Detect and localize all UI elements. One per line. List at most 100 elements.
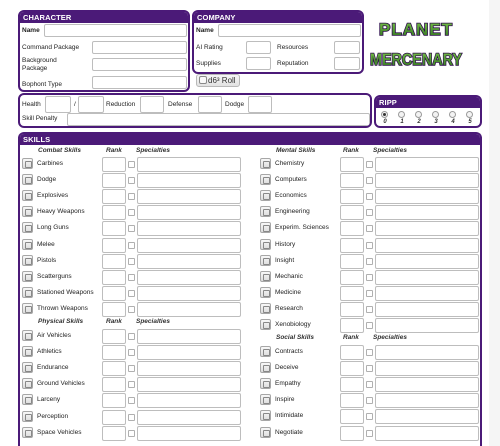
skill-rank-input[interactable] bbox=[340, 254, 364, 269]
skill-specialty-input[interactable] bbox=[375, 377, 479, 392]
skill-checkbox[interactable] bbox=[366, 161, 373, 168]
skill-checkbox[interactable] bbox=[128, 209, 135, 216]
ai-rating-input[interactable] bbox=[246, 41, 271, 54]
skill-checkbox[interactable] bbox=[366, 242, 373, 249]
skill-specialty-input[interactable] bbox=[137, 345, 241, 360]
skill-specialty-input[interactable] bbox=[137, 329, 241, 344]
skill-roll-dice-icon[interactable] bbox=[260, 346, 271, 357]
skill-rank-input[interactable] bbox=[102, 393, 126, 408]
skill-roll-dice-icon[interactable] bbox=[22, 158, 33, 169]
skill-checkbox[interactable] bbox=[128, 290, 135, 297]
ripp-radio-1[interactable] bbox=[398, 111, 405, 118]
skill-checkbox[interactable] bbox=[366, 274, 373, 281]
skill-specialty-input[interactable] bbox=[375, 254, 479, 269]
skill-rank-input[interactable] bbox=[102, 361, 126, 376]
skill-checkbox[interactable] bbox=[366, 258, 373, 265]
skill-rank-input[interactable] bbox=[102, 189, 126, 204]
skill-rank-input[interactable] bbox=[102, 221, 126, 236]
skill-specialty-input[interactable] bbox=[137, 254, 241, 269]
skill-specialty-input[interactable] bbox=[137, 157, 241, 172]
skill-rank-input[interactable] bbox=[340, 157, 364, 172]
skill-roll-dice-icon[interactable] bbox=[22, 190, 33, 201]
skill-roll-dice-icon[interactable] bbox=[22, 303, 33, 314]
skill-checkbox[interactable] bbox=[128, 306, 135, 313]
skill-specialty-input[interactable] bbox=[137, 393, 241, 408]
skill-specialty-input[interactable] bbox=[137, 377, 241, 392]
skill-specialty-input[interactable] bbox=[137, 238, 241, 253]
skill-rank-input[interactable] bbox=[102, 270, 126, 285]
skill-specialty-input[interactable] bbox=[137, 302, 241, 317]
skill-roll-dice-icon[interactable] bbox=[22, 206, 33, 217]
skill-roll-dice-icon[interactable] bbox=[22, 378, 33, 389]
skill-roll-dice-icon[interactable] bbox=[260, 303, 271, 314]
skill-roll-dice-icon[interactable] bbox=[22, 346, 33, 357]
skill-specialty-input[interactable] bbox=[137, 173, 241, 188]
skill-checkbox[interactable] bbox=[128, 177, 135, 184]
skill-roll-dice-icon[interactable] bbox=[22, 394, 33, 405]
skill-checkbox[interactable] bbox=[366, 413, 373, 420]
skill-roll-dice-icon[interactable] bbox=[260, 190, 271, 201]
skill-roll-dice-icon[interactable] bbox=[22, 362, 33, 373]
skill-rank-input[interactable] bbox=[102, 302, 126, 317]
skill-roll-dice-icon[interactable] bbox=[260, 394, 271, 405]
skill-checkbox[interactable] bbox=[366, 322, 373, 329]
skill-rank-input[interactable] bbox=[102, 205, 126, 220]
skill-specialty-input[interactable] bbox=[375, 221, 479, 236]
skill-rank-input[interactable] bbox=[340, 238, 364, 253]
skill-specialty-input[interactable] bbox=[375, 302, 479, 317]
skill-specialty-input[interactable] bbox=[375, 173, 479, 188]
skill-roll-dice-icon[interactable] bbox=[22, 411, 33, 422]
skill-checkbox[interactable] bbox=[128, 349, 135, 356]
skill-checkbox[interactable] bbox=[366, 349, 373, 356]
skill-specialty-input[interactable] bbox=[137, 205, 241, 220]
skill-rank-input[interactable] bbox=[340, 205, 364, 220]
skill-specialty-input[interactable] bbox=[375, 157, 479, 172]
skill-checkbox[interactable] bbox=[128, 381, 135, 388]
ripp-radio-0[interactable] bbox=[381, 111, 388, 118]
health-max-input[interactable] bbox=[78, 96, 104, 113]
skill-roll-dice-icon[interactable] bbox=[260, 362, 271, 373]
skill-specialty-input[interactable] bbox=[375, 205, 479, 220]
skill-checkbox[interactable] bbox=[366, 381, 373, 388]
skill-checkbox[interactable] bbox=[366, 225, 373, 232]
skill-rank-input[interactable] bbox=[340, 361, 364, 376]
skill-roll-dice-icon[interactable] bbox=[260, 271, 271, 282]
skill-rank-input[interactable] bbox=[102, 345, 126, 360]
skill-roll-dice-icon[interactable] bbox=[22, 222, 33, 233]
skill-specialty-input[interactable] bbox=[375, 270, 479, 285]
skill-specialty-input[interactable] bbox=[375, 426, 479, 441]
skill-checkbox[interactable] bbox=[128, 193, 135, 200]
reputation-input[interactable] bbox=[334, 57, 360, 70]
skill-checkbox[interactable] bbox=[128, 161, 135, 168]
skill-checkbox[interactable] bbox=[128, 242, 135, 249]
skill-specialty-input[interactable] bbox=[137, 221, 241, 236]
background-package-input[interactable] bbox=[92, 58, 187, 71]
skill-checkbox[interactable] bbox=[366, 430, 373, 437]
skill-checkbox[interactable] bbox=[366, 290, 373, 297]
skill-specialty-input[interactable] bbox=[375, 286, 479, 301]
skill-rank-input[interactable] bbox=[102, 329, 126, 344]
dodge-input[interactable] bbox=[248, 96, 272, 113]
character-name-input[interactable] bbox=[44, 24, 187, 37]
skill-roll-dice-icon[interactable] bbox=[260, 319, 271, 330]
skill-rank-input[interactable] bbox=[102, 238, 126, 253]
defense-input[interactable] bbox=[198, 96, 222, 113]
bophont-type-input[interactable] bbox=[92, 76, 187, 89]
skill-roll-dice-icon[interactable] bbox=[260, 410, 271, 421]
skill-roll-dice-icon[interactable] bbox=[260, 239, 271, 250]
skill-checkbox[interactable] bbox=[128, 258, 135, 265]
skill-penalty-input[interactable] bbox=[67, 113, 370, 126]
skill-rank-input[interactable] bbox=[102, 286, 126, 301]
skill-roll-dice-icon[interactable] bbox=[260, 287, 271, 298]
skill-checkbox[interactable] bbox=[128, 414, 135, 421]
skill-roll-dice-icon[interactable] bbox=[260, 158, 271, 169]
skill-specialty-input[interactable] bbox=[137, 426, 241, 441]
skill-rank-input[interactable] bbox=[340, 270, 364, 285]
skill-roll-dice-icon[interactable] bbox=[260, 222, 271, 233]
supplies-input[interactable] bbox=[246, 57, 271, 70]
skill-specialty-input[interactable] bbox=[137, 361, 241, 376]
skill-rank-input[interactable] bbox=[102, 410, 126, 425]
health-current-input[interactable] bbox=[45, 96, 71, 113]
skill-checkbox[interactable] bbox=[128, 333, 135, 340]
skill-checkbox[interactable] bbox=[128, 397, 135, 404]
